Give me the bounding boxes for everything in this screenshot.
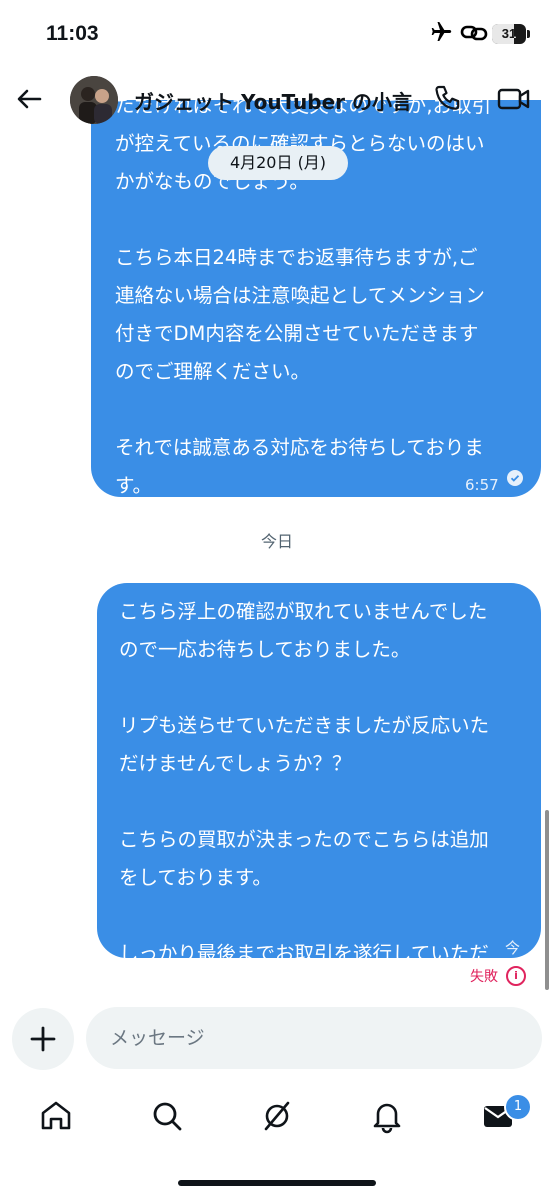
home-icon[interactable] xyxy=(36,1096,76,1136)
message-line: こちらの買取が決まったのでこちらは追加 xyxy=(119,828,489,851)
date-chip: 4月20日 (月) xyxy=(208,146,348,180)
message-line: それでは誠意ある対応をお待ちしておりま xyxy=(115,436,484,459)
read-check-icon xyxy=(507,470,523,486)
message-line: をしております。 xyxy=(119,866,272,889)
message-line: す。 xyxy=(115,474,153,497)
chat-title[interactable]: ガジェット YouTuber の小言 xyxy=(134,86,412,115)
avatar-image xyxy=(70,76,118,124)
message-line: だけませんでしょうか？？ xyxy=(119,752,352,775)
battery-indicator: 31 xyxy=(492,24,526,44)
message-line: 付きでDM内容を公開させていただきます xyxy=(115,322,479,345)
failed-label: 失敗 xyxy=(470,969,498,985)
phone-icon[interactable] xyxy=(430,82,464,116)
message-line: こちら浮上の確認が取れていませんでした xyxy=(119,600,488,623)
add-media-button[interactable] xyxy=(12,1008,74,1070)
message-line: リプも送らせていただきましたが反応いた xyxy=(119,714,490,737)
send-failed-status[interactable]: 失敗 i xyxy=(470,966,526,986)
video-icon[interactable] xyxy=(496,82,532,116)
bottom-tab-bar xyxy=(0,1086,554,1146)
search-icon[interactable] xyxy=(147,1096,187,1136)
grok-icon[interactable] xyxy=(257,1096,297,1136)
message-time: 6:57 xyxy=(465,476,499,494)
home-indicator xyxy=(178,1180,376,1186)
message-line: ので一応お待ちしておりました。 xyxy=(119,638,411,661)
messages-badge: 1 xyxy=(504,1093,532,1121)
back-arrow-icon[interactable] xyxy=(12,82,46,116)
chat-header: ガジェット YouTuber の小言 xyxy=(0,64,554,134)
status-time: 11:03 xyxy=(46,22,99,45)
message-line: けますか？ xyxy=(119,980,217,1003)
status-bar: 11:03 31 xyxy=(0,0,554,62)
plus-icon xyxy=(30,1026,56,1052)
info-icon: i xyxy=(506,966,526,986)
scrollbar[interactable] xyxy=(545,810,549,990)
avatar[interactable] xyxy=(70,76,118,124)
message-line: こちら本日24時までお返事待ちますが,ご xyxy=(115,246,478,269)
message-input[interactable] xyxy=(86,1007,542,1069)
day-separator: 今日 xyxy=(260,532,293,551)
notifications-icon[interactable] xyxy=(367,1096,407,1136)
message-line: 連絡ない場合は注意喚起としてメンション xyxy=(115,284,485,307)
airplane-icon xyxy=(431,22,452,41)
battery-cap xyxy=(527,30,530,38)
battery-level: 31 xyxy=(501,26,517,41)
message-time: 今 xyxy=(505,939,521,957)
message-line: しっかり最後までお取引を遂行していただ xyxy=(119,942,489,965)
message-line: のでご理解ください。 xyxy=(115,360,311,383)
link-icon xyxy=(460,25,488,41)
message-bubble-sent[interactable]: こちら浮上の確認が取れていませんでした ので一応お待ちしておりました。 リプも送… xyxy=(97,583,541,1003)
